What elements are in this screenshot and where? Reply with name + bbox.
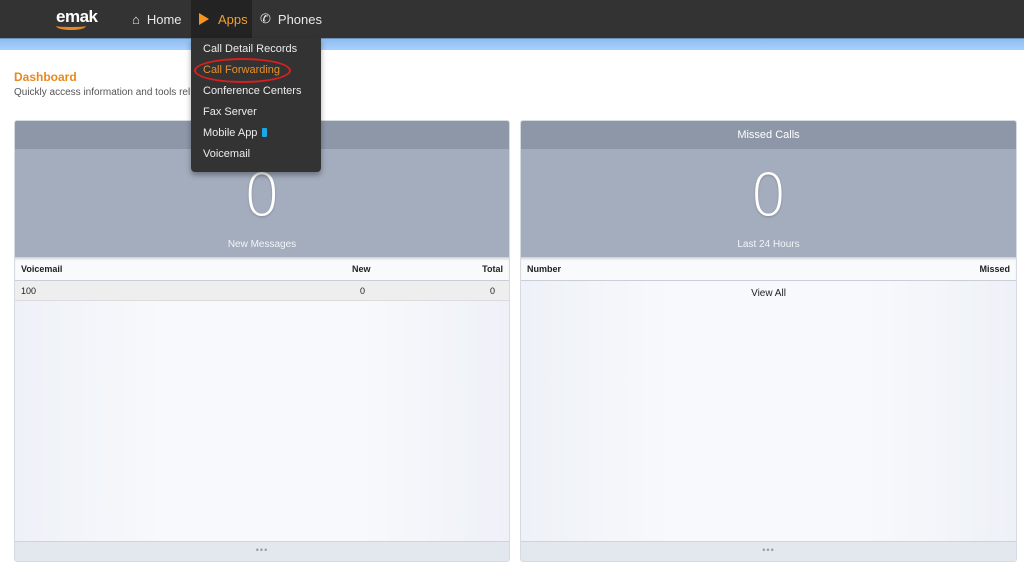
col-total[interactable]: Total [482, 264, 503, 274]
missed-calls-count: 0 [750, 161, 787, 229]
cell-total: 0 [489, 286, 495, 296]
missed-calls-label: Last 24 Hours [737, 239, 800, 250]
col-missed[interactable]: Missed [979, 264, 1010, 274]
col-new[interactable]: New [352, 264, 371, 274]
menu-item-fax-server[interactable]: Fax Server [203, 106, 257, 118]
play-icon [199, 13, 209, 25]
missed-calls-stat: 0 Last 24 Hours [521, 149, 1016, 257]
mobile-phone-icon [262, 128, 268, 137]
home-icon: ⌂ [132, 11, 140, 27]
missed-calls-panel-header: Missed Calls [521, 121, 1016, 149]
nav-apps[interactable]: Apps [191, 0, 252, 38]
missed-calls-panel-footer[interactable]: ••• [521, 541, 1016, 561]
new-messages-label: New Messages [227, 239, 297, 250]
page-subtitle: Quickly access information and tools rel [14, 87, 191, 98]
nav-apps-label: Apps [218, 11, 248, 27]
col-voicemail[interactable]: Voicemail [21, 264, 62, 274]
col-number[interactable]: Number [527, 264, 561, 274]
menu-item-call-detail-records[interactable]: Call Detail Records [203, 43, 297, 55]
voicemail-panel-footer[interactable]: ••• [15, 541, 509, 561]
top-navbar: emak ⌂ Home Apps ✆ Phones [0, 0, 1024, 38]
menu-item-voicemail[interactable]: Voicemail [203, 148, 250, 160]
highlight-ring-annotation [194, 58, 291, 83]
header-band [0, 38, 1024, 50]
nav-home-label: Home [146, 11, 182, 27]
voicemail-panel: 0 New Messages Voicemail New Total 100 0… [14, 120, 510, 562]
menu-item-mobile-app-label: Mobile App [203, 127, 258, 139]
cell-voicemail: 100 [21, 286, 37, 296]
nav-home[interactable]: ⌂ Home [124, 0, 190, 38]
missed-calls-table-header: Number Missed [521, 257, 1016, 281]
phone-icon: ✆ [260, 11, 271, 26]
logo-swoosh-icon [56, 22, 86, 30]
nav-phones-label: Phones [277, 11, 322, 27]
menu-item-conference-centers[interactable]: Conference Centers [203, 85, 301, 97]
voicemail-table-header: Voicemail New Total [15, 257, 509, 281]
view-all-link[interactable]: View All [521, 281, 1016, 299]
page-title: Dashboard [14, 70, 77, 84]
missed-calls-panel: Missed Calls 0 Last 24 Hours Number Miss… [520, 120, 1017, 562]
nav-phones[interactable]: ✆ Phones [252, 0, 330, 38]
menu-item-mobile-app[interactable]: Mobile App [203, 127, 268, 139]
table-row[interactable]: 100 0 0 [15, 281, 509, 301]
cell-new: 0 [360, 286, 366, 296]
